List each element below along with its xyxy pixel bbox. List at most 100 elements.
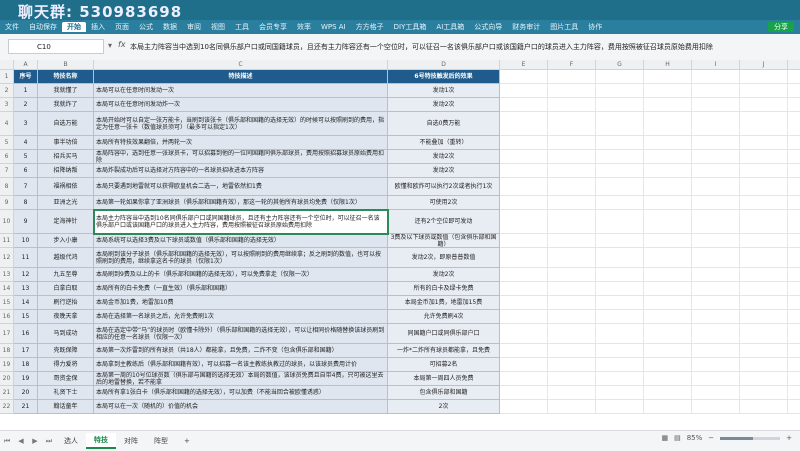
zoom-slider[interactable] [720,436,781,440]
empty-cell[interactable] [548,248,596,268]
empty-cell[interactable] [548,196,596,210]
column-header[interactable]: J [740,60,788,70]
empty-cell[interactable] [596,296,644,310]
column-header[interactable]: K [788,60,800,70]
empty-cell[interactable] [596,178,644,196]
skill-name-cell[interactable]: 九五至尊 [38,268,94,282]
empty-cell[interactable] [740,400,788,414]
empty-cell[interactable] [692,282,740,296]
row-header[interactable]: 10 [0,210,14,234]
empty-cell[interactable] [788,196,800,210]
skill-effect-cell[interactable]: 可使用2次 [388,196,500,210]
empty-cell[interactable] [692,196,740,210]
empty-cell[interactable] [692,136,740,150]
skill-name-cell[interactable]: 礼贤下士 [38,386,94,400]
row-number-cell[interactable]: 4 [14,136,38,150]
empty-cell[interactable] [596,400,644,414]
row-header[interactable]: 17 [0,324,14,344]
empty-cell[interactable] [740,136,788,150]
skill-description-cell[interactable]: 本局拿到主教练后（俱乐部和国籍有效），可以招募一名该主教练执教过的球员，以该球员… [94,358,388,372]
empty-cell[interactable] [788,386,800,400]
empty-cell[interactable] [788,400,800,414]
skill-effect-cell[interactable]: 还有2个空位即可发动 [388,210,500,234]
skill-name-cell[interactable]: 马到成功 [38,324,94,344]
row-number-cell[interactable]: 17 [14,344,38,358]
empty-cell[interactable] [692,210,740,234]
empty-cell[interactable] [500,344,548,358]
zoom-in-icon[interactable]: + [786,434,792,442]
menu-item[interactable]: 协作 [583,22,607,32]
empty-cell[interactable] [500,268,548,282]
empty-cell[interactable] [500,178,548,196]
empty-cell[interactable] [692,84,740,98]
skill-name-cell[interactable]: 得力爱将 [38,358,94,372]
empty-cell[interactable] [692,70,740,84]
empty-cell[interactable] [740,358,788,372]
empty-cell[interactable] [692,324,740,344]
empty-cell[interactable] [596,248,644,268]
empty-cell[interactable] [548,234,596,248]
empty-cell[interactable] [740,178,788,196]
menu-item[interactable]: 视图 [206,22,230,32]
empty-cell[interactable] [500,84,548,98]
skill-effect-cell[interactable]: 发动2次 [388,98,500,112]
table-header-cell[interactable]: 6号特技触发后的效果 [388,70,500,84]
empty-cell[interactable] [740,268,788,282]
skill-name-cell[interactable]: 自选万能 [38,112,94,136]
empty-cell[interactable] [788,358,800,372]
empty-cell[interactable] [644,248,692,268]
empty-cell[interactable] [692,358,740,372]
fx-icon[interactable]: fx [118,40,126,49]
row-header[interactable]: 21 [0,386,14,400]
empty-cell[interactable] [644,178,692,196]
tab-formation[interactable]: 阵型 [146,434,176,448]
skill-effect-cell[interactable]: 发动2次 [388,268,500,282]
table-header-cell[interactable]: 特技名称 [38,70,94,84]
skill-effect-cell[interactable]: 所有的白卡及绿卡免费 [388,282,500,296]
skill-description-cell[interactable]: 本局主力阵容当中选到10名同俱乐部户口或同国籍球员，且还有主力阵容还有一个空位时… [93,209,389,235]
empty-cell[interactable] [788,164,800,178]
skill-description-cell[interactable]: 本局第一周的10号位球员数（俱乐部与国籍的选择无效）本局的数值，该球员免费且自带… [94,372,388,386]
empty-cell[interactable] [644,324,692,344]
row-number-cell[interactable]: 9 [14,210,38,234]
empty-cell[interactable] [788,268,800,282]
row-header[interactable]: 5 [0,136,14,150]
skill-effect-cell[interactable]: 欧懂和欧炸可以执行2次或者执行1次 [388,178,500,196]
empty-cell[interactable] [548,268,596,282]
skill-description-cell[interactable]: 本局所有的白卡免费（一直生效）（俱乐部和国籍） [94,282,388,296]
row-header[interactable]: 18 [0,344,14,358]
empty-cell[interactable] [500,112,548,136]
empty-cell[interactable] [692,400,740,414]
row-number-cell[interactable]: 15 [14,310,38,324]
row-header[interactable]: 16 [0,310,14,324]
zoom-out-icon[interactable]: − [708,434,714,442]
grid-view-icon[interactable]: ▦ [661,434,668,442]
empty-cell[interactable] [644,400,692,414]
skill-effect-cell[interactable]: 同国籍户口或同俱乐部户口 [388,324,500,344]
tab-select[interactable]: 选人 [56,434,86,448]
empty-cell[interactable] [596,98,644,112]
empty-cell[interactable] [548,344,596,358]
menu-item[interactable]: 公式向导 [469,22,507,32]
row-number-cell[interactable]: 14 [14,296,38,310]
empty-cell[interactable] [644,296,692,310]
menu-item[interactable]: WPS AI [316,23,351,31]
row-header[interactable]: 9 [0,196,14,210]
skill-effect-cell[interactable]: 发动1次 [388,84,500,98]
skill-name-cell[interactable]: 壳既保障 [38,344,94,358]
skill-description-cell[interactable]: 本局可以在任意时间发动炸一次 [94,98,388,112]
skill-description-cell[interactable]: 本局第一次炸雷到的所有球员（共18人）都能拿，且免费，二炸不变（包含俱乐部和国籍… [94,344,388,358]
column-header[interactable]: I [692,60,740,70]
empty-cell[interactable] [596,372,644,386]
tab-skills[interactable]: 特技 [86,433,116,449]
empty-cell[interactable] [740,296,788,310]
empty-cell[interactable] [644,84,692,98]
skill-description-cell[interactable]: 本局所有特技效果翻倍，并两轮一次 [94,136,388,150]
row-number-cell[interactable]: 11 [14,248,38,268]
empty-cell[interactable] [500,210,548,234]
empty-cell[interactable] [644,112,692,136]
table-header-cell[interactable]: 特技描述 [94,70,388,84]
empty-cell[interactable] [548,70,596,84]
empty-cell[interactable] [788,282,800,296]
skill-description-cell[interactable]: 本局刷到9费及以上的卡（俱乐部和国籍的选择无效），可以免费拿走（仅限一次） [94,268,388,282]
